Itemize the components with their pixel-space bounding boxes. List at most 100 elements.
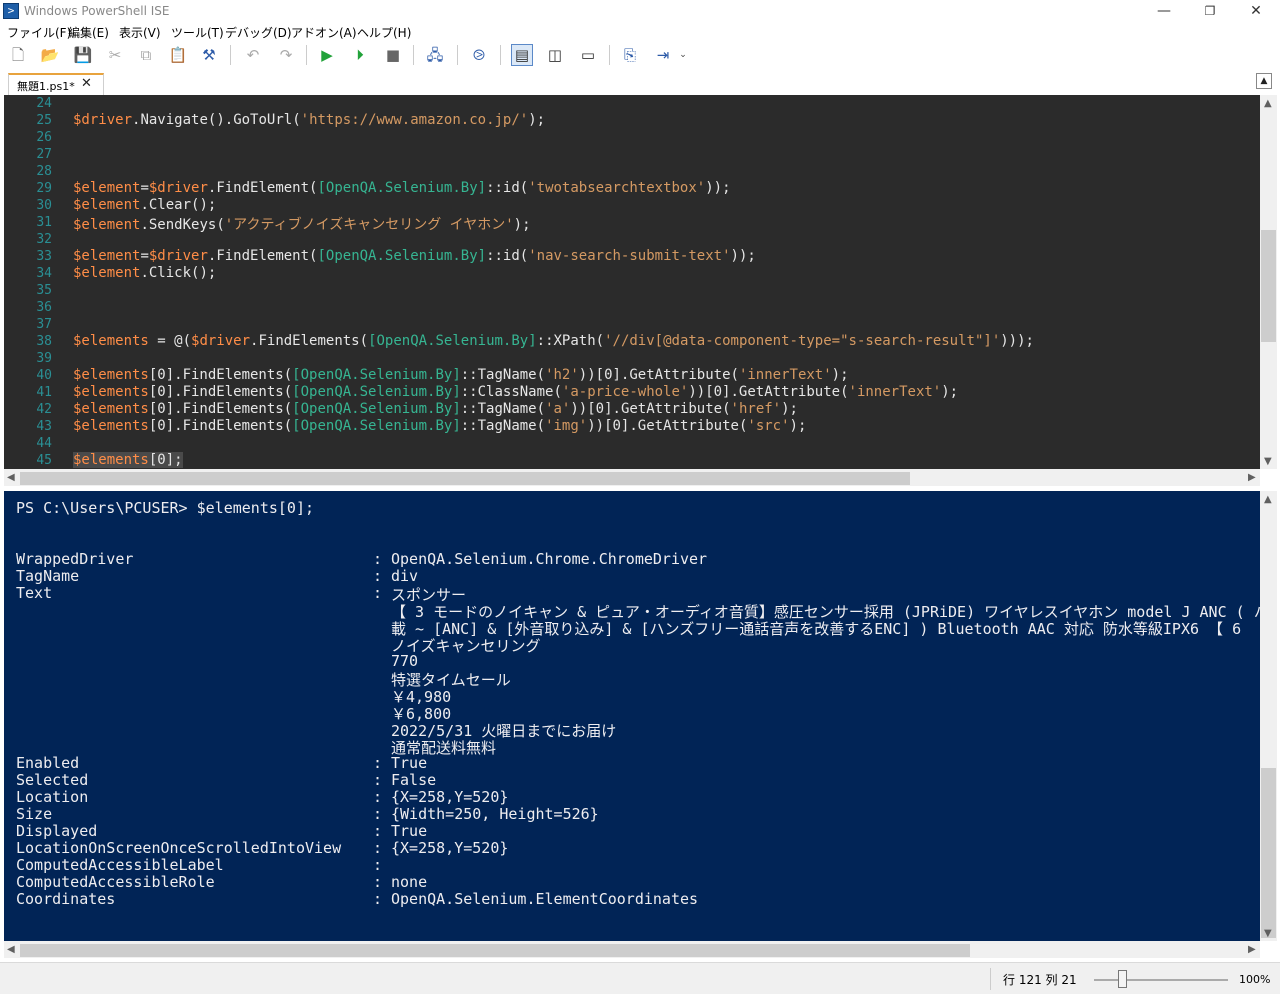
code-token: ( — [730, 367, 739, 383]
console-scroll-up-arrow-icon[interactable]: ▲ — [1264, 494, 1272, 505]
code-token: = — [140, 248, 149, 264]
redo-icon[interactable]: ↷ — [275, 44, 297, 66]
code-token: ))[0]. — [570, 401, 621, 417]
code-token: Navigate — [140, 112, 208, 128]
minimize-button[interactable]: — — [1141, 0, 1187, 22]
property-name: LocationOnScreenOnceScrolledIntoView — [16, 839, 342, 857]
editor-vertical-scroll-thumb[interactable] — [1261, 230, 1276, 342]
script-pane-top-icon[interactable]: ▤ — [511, 44, 533, 66]
line-number: 29 — [36, 181, 52, 196]
menu-debug[interactable]: デバッグ(D) — [225, 24, 292, 41]
code-token: ( — [595, 333, 605, 349]
code-token: )); — [705, 180, 731, 196]
line-number: 26 — [36, 130, 52, 145]
console-scroll-right-arrow-icon[interactable]: ▶ — [1248, 944, 1256, 955]
toolbar-overflow-icon[interactable]: ⌄ — [678, 44, 688, 66]
code-token: GetAttribute — [738, 384, 841, 400]
code-token: id — [502, 180, 520, 196]
script-pane-maximized-icon[interactable]: ▭ — [577, 44, 599, 66]
code-token: ))[0]. — [688, 384, 739, 400]
code-token: :: — [460, 367, 478, 383]
code-token: TagName — [477, 367, 537, 383]
paste-icon[interactable]: 📋 — [167, 44, 189, 66]
code-token: 'https://www.amazon.co.jp/' — [300, 112, 529, 128]
undo-icon[interactable]: ↶ — [242, 44, 264, 66]
console-horizontal-scroll-thumb[interactable] — [20, 944, 970, 957]
line-number: 28 — [36, 164, 52, 179]
powershell-console-icon[interactable]: ⧁ — [468, 44, 490, 66]
show-script-pane-icon[interactable]: ⎘ — [619, 44, 641, 66]
line-number: 36 — [36, 300, 52, 315]
close-tab-icon[interactable]: ✕ — [81, 76, 92, 91]
property-name: Text — [16, 584, 53, 602]
code-token: TagName — [477, 418, 537, 434]
code-token: [OpenQA.Selenium.By] — [368, 333, 537, 349]
code-token: 'アクティブノイズキャンセリング イヤホン' — [224, 217, 514, 233]
maximize-button[interactable]: ❐ — [1187, 0, 1233, 22]
stop-icon[interactable]: ■ — [382, 44, 404, 66]
show-commands-icon[interactable]: ⇥ — [652, 44, 674, 66]
menu-addons[interactable]: アドオン(A) — [291, 24, 357, 41]
menu-tools[interactable]: ツール(T) — [171, 24, 224, 41]
expand-script-pane-icon[interactable]: ▲ — [1256, 73, 1272, 89]
line-number: 45 — [36, 453, 52, 468]
menu-help[interactable]: ヘルプ(H) — [357, 24, 411, 41]
code-token: ); — [781, 401, 798, 417]
code-token: GetAttribute — [629, 367, 731, 383]
code-token: [OpenQA.Selenium.By] — [317, 180, 487, 196]
code-token: $element — [73, 217, 141, 233]
zoom-slider-thumb[interactable] — [1118, 970, 1127, 988]
script-editor[interactable]: 24 25 $driver.Navigate().GoToUrl('https://… — [4, 95, 1260, 469]
code-line: $elements[0].FindElements([OpenQA.Seleni… — [73, 401, 798, 417]
code-token: . — [140, 197, 149, 213]
scroll-right-arrow-icon[interactable]: ▶ — [1248, 472, 1256, 483]
code-token: :: — [486, 248, 503, 264]
line-number: 25 — [36, 113, 52, 128]
zoom-slider[interactable] — [1094, 979, 1228, 981]
property-colon: : — [373, 584, 383, 602]
console-scroll-down-arrow-icon[interactable]: ▼ — [1264, 928, 1272, 939]
console-scroll-left-arrow-icon[interactable]: ◀ — [7, 944, 15, 955]
scroll-left-arrow-icon[interactable]: ◀ — [7, 472, 15, 483]
line-number: 30 — [36, 198, 52, 213]
code-token: $element — [73, 180, 141, 196]
menu-view[interactable]: 表示(V) — [119, 24, 161, 41]
open-folder-icon[interactable]: 📂 — [39, 44, 61, 66]
line-number: 44 — [36, 436, 52, 451]
save-icon[interactable]: 💾 — [72, 44, 94, 66]
run-selection-icon[interactable]: ⏵ — [349, 44, 371, 66]
new-file-icon[interactable]: 🗋 — [7, 44, 29, 66]
script-pane-right-icon[interactable]: ◫ — [544, 44, 566, 66]
run-script-icon[interactable]: ▶ — [316, 44, 338, 66]
code-token: ( — [519, 248, 529, 264]
code-token: (); — [191, 265, 217, 281]
line-number: 32 — [36, 232, 52, 247]
console-pane[interactable]: PS C:\Users\PCUSER> $elements[0]; Wrappe… — [4, 491, 1260, 941]
title-bar: > Windows PowerShell ISE — ❐ ✕ — [0, 0, 1280, 22]
menu-file[interactable]: ファイル(F) — [7, 24, 71, 41]
code-line: $driver.Navigate().GoToUrl('https://www.… — [73, 112, 545, 128]
tab-untitled1[interactable]: 無題1.ps1* ✕ — [8, 73, 104, 95]
code-token: ( — [553, 384, 562, 400]
code-token: :: — [460, 401, 478, 417]
code-token: GetAttribute — [620, 401, 723, 417]
menu-edit[interactable]: 編集(E) — [68, 24, 109, 41]
scroll-down-arrow-icon[interactable]: ▼ — [1264, 456, 1272, 467]
editor-horizontal-scroll-thumb[interactable] — [20, 472, 910, 485]
clear-console-icon[interactable]: ⚒ — [198, 44, 220, 66]
code-token: (); — [191, 197, 217, 213]
remote-powershell-icon[interactable]: 🖧 — [424, 44, 446, 66]
code-token: (). — [207, 112, 234, 128]
console-vertical-scroll-thumb[interactable] — [1261, 768, 1276, 938]
property-name: Selected — [16, 771, 89, 789]
code-token: :: — [460, 384, 478, 400]
code-token: 'src' — [747, 418, 790, 434]
close-button[interactable]: ✕ — [1233, 0, 1279, 22]
copy-icon[interactable]: ⧉ — [135, 44, 157, 66]
code-line: $element.Clear(); — [73, 197, 216, 213]
scroll-up-arrow-icon[interactable]: ▲ — [1264, 98, 1272, 109]
code-token: [OpenQA.Selenium.By] — [292, 401, 461, 417]
code-token: 'nav-search-submit-text' — [528, 248, 731, 264]
cut-icon[interactable]: ✂ — [104, 44, 126, 66]
menu-bar: ファイル(F) 編集(E) 表示(V) ツール(T) デバッグ(D) アドオン(… — [0, 22, 1280, 41]
